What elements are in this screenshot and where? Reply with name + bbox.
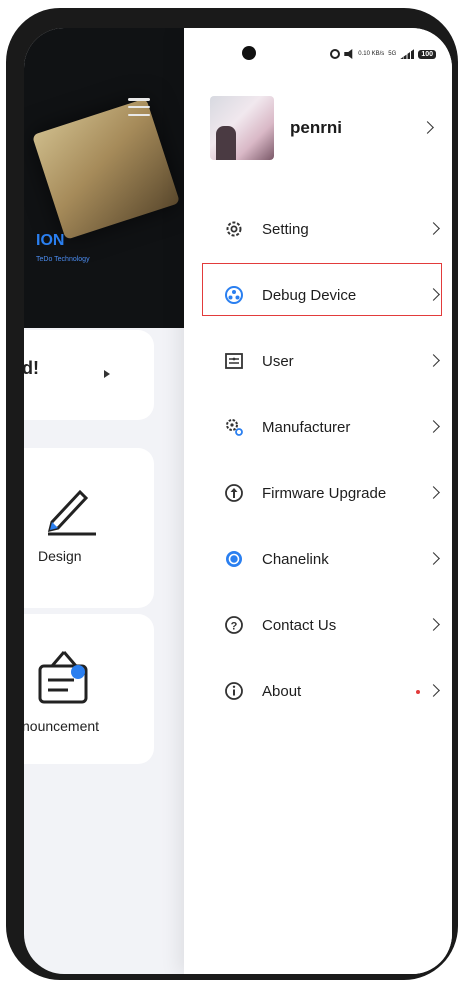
menu-item-chanelink[interactable]: Chanelink: [184, 526, 452, 592]
welcome-card[interactable]: d!: [24, 330, 154, 420]
chevron-right-icon: [421, 121, 434, 134]
menu-item-about[interactable]: About: [184, 658, 452, 724]
gear-icon: [224, 219, 244, 239]
debug-device-icon: [224, 285, 244, 305]
menu-item-label: Debug Device: [262, 286, 357, 304]
menu-item-label: User: [262, 352, 294, 370]
chevron-right-icon: [427, 420, 440, 433]
menu-item-label: Manufacturer: [262, 418, 351, 436]
chevron-right-icon: [427, 552, 440, 565]
chevron-right-icon: [427, 288, 440, 301]
menu-item-label: About: [262, 682, 302, 700]
svg-text:?: ?: [231, 621, 238, 633]
menu-item-user[interactable]: User: [184, 328, 452, 394]
chanelink-icon: [224, 549, 244, 569]
profile-name: penrni: [290, 118, 342, 137]
network-speed: 0.10 KB/s: [358, 51, 385, 57]
hero-subtitle: TeDo Technology: [36, 256, 90, 263]
pencil-icon: [47, 489, 96, 536]
drawer-menu: Setting Debug Device User Manufacturer F…: [184, 196, 452, 724]
camera-cutout: [242, 46, 256, 60]
menu-item-label: Firmware Upgrade: [262, 484, 387, 502]
status-bar: 0.10 KB/s 5G 100: [184, 28, 452, 72]
chevron-right-icon: [427, 222, 440, 235]
menu-item-label: Contact Us: [262, 616, 337, 634]
mute-icon: [344, 49, 353, 59]
hero-image: [31, 98, 181, 240]
menu-item-debug-device[interactable]: Debug Device: [184, 262, 452, 328]
play-icon: [104, 370, 110, 378]
help-icon: ?: [224, 615, 244, 635]
design-card[interactable]: Design: [24, 448, 154, 608]
manufacturer-icon: [224, 417, 244, 437]
user-card-icon: [224, 351, 244, 371]
menu-item-manufacturer[interactable]: Manufacturer: [184, 394, 452, 460]
announcement-card[interactable]: nouncement: [24, 614, 154, 764]
chevron-right-icon: [427, 486, 440, 499]
menu-item-firmware-upgrade[interactable]: Firmware Upgrade: [184, 460, 452, 526]
menu-item-setting[interactable]: Setting: [184, 196, 452, 262]
signal-icon: [400, 49, 415, 59]
phone-frame: ION TeDo Technology d! Design nouncement…: [6, 8, 458, 980]
side-drawer: 0.10 KB/s 5G 100 penrni Setting Debug De…: [184, 28, 452, 974]
notification-dot: [416, 690, 420, 694]
screen: ION TeDo Technology d! Design nouncement…: [24, 28, 452, 974]
chevron-right-icon: [427, 354, 440, 367]
announcement-label: nouncement: [24, 718, 100, 734]
info-icon: [224, 681, 244, 701]
avatar: [210, 96, 274, 160]
design-label: Design: [38, 548, 82, 564]
menu-item-contact-us[interactable]: ? Contact Us: [184, 592, 452, 658]
profile-row[interactable]: penrni: [210, 96, 438, 160]
status-icons: 0.10 KB/s 5G 100: [330, 49, 436, 59]
alarm-icon: [330, 49, 341, 59]
battery-indicator: 100: [418, 49, 436, 59]
menu-icon[interactable]: [128, 98, 150, 116]
network-type: 5G: [388, 51, 397, 57]
welcome-text: d!: [24, 358, 39, 378]
announcement-icon: [38, 651, 88, 704]
hero-title: ION: [36, 232, 65, 249]
menu-item-label: Setting: [262, 220, 309, 238]
chevron-right-icon: [427, 684, 440, 697]
chevron-right-icon: [427, 618, 440, 631]
firmware-upgrade-icon: [224, 483, 244, 503]
menu-item-label: Chanelink: [262, 550, 329, 568]
